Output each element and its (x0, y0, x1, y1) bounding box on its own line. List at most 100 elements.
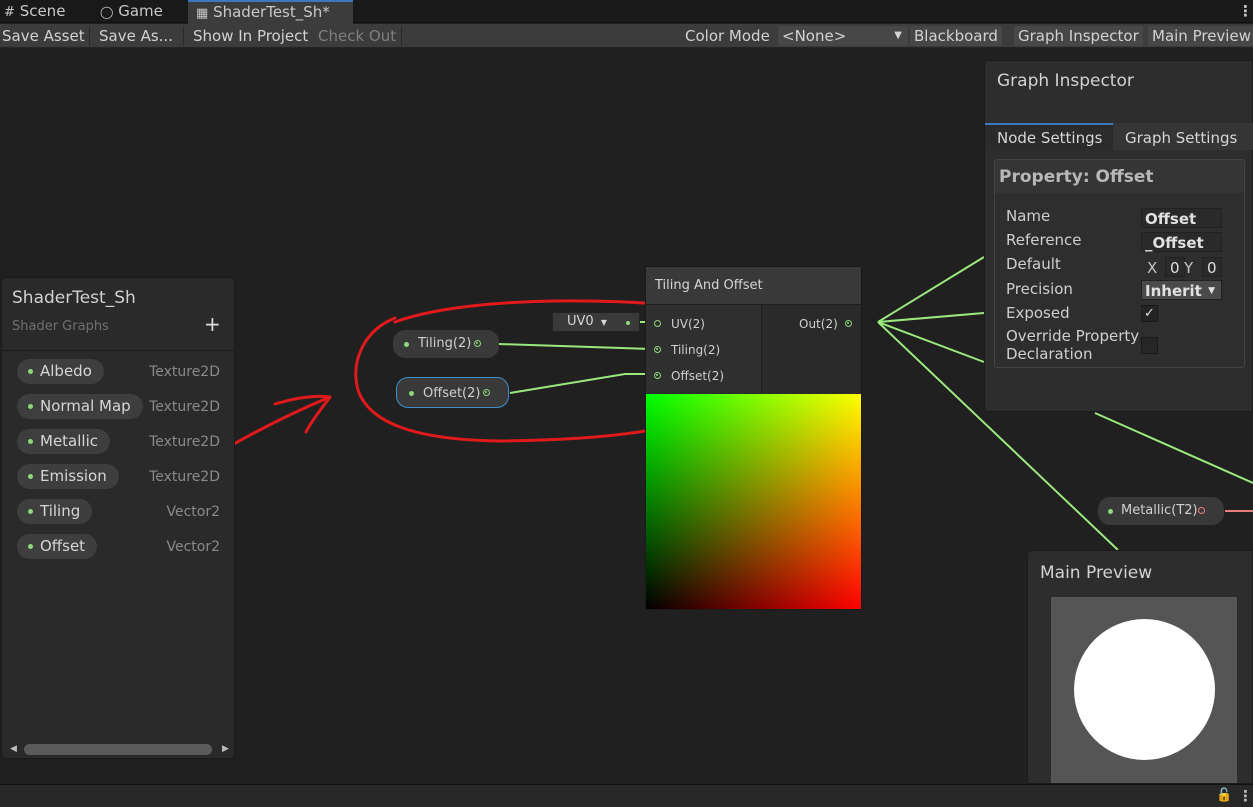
input-tiling-label: Tiling(2) (671, 343, 721, 357)
output-out-label: Out(2) (799, 317, 838, 331)
add-property-button[interactable]: + (204, 312, 221, 336)
name-field[interactable]: Offset (1141, 208, 1222, 228)
uv-channel-value: UV0 (567, 314, 594, 329)
inspector-title: Graph Inspector (997, 71, 1134, 91)
blackboard-title: ShaderTest_Sh (12, 288, 136, 308)
property-normal-map[interactable]: Normal Map (17, 394, 143, 419)
input-port-icon[interactable] (654, 346, 661, 353)
port-dot-icon (1108, 509, 1113, 514)
gamepad-icon: ◯ (100, 5, 114, 19)
chevron-down-icon: ▼ (600, 318, 607, 327)
property-type: Texture2D (149, 399, 220, 415)
save-asset-button[interactable]: Save Asset (0, 26, 89, 46)
horizontal-scrollbar-thumb[interactable] (24, 744, 212, 755)
property-label: Normal Map (40, 397, 131, 415)
tab-game[interactable]: ◯ Game (100, 0, 180, 23)
precision-label: Precision (1006, 280, 1073, 298)
output-port-icon[interactable] (845, 320, 852, 327)
tab-shader-graph-label: ShaderTest_Sh* (213, 3, 330, 21)
node-header: Tiling And Offset (646, 267, 861, 305)
check-out-button: Check Out (318, 27, 397, 45)
editor-tab-bar: # Scene ◯ Game ▦ ShaderTest_Sh* ⋮ (0, 0, 1253, 25)
default-label: Default (1006, 255, 1061, 273)
chevron-down-icon: ▼ (1208, 286, 1215, 296)
exposed-checkbox[interactable]: ✓ (1141, 305, 1158, 322)
tab-node-settings[interactable]: Node Settings (985, 123, 1113, 150)
override-checkbox[interactable] (1141, 337, 1158, 354)
property-albedo[interactable]: Albedo (17, 359, 104, 384)
tiling-and-offset-node[interactable]: Tiling And Offset UV(2) Tiling(2) Offset… (645, 266, 862, 610)
lock-icon[interactable]: 🔓 (1216, 788, 1232, 803)
output-port-icon[interactable] (1198, 507, 1205, 514)
property-emission[interactable]: Emission (17, 464, 119, 489)
output-port-icon[interactable] (483, 389, 490, 396)
grid-icon: # (4, 5, 15, 20)
color-mode-dropdown[interactable]: <None> ▼ (778, 26, 908, 46)
main-preview-panel: Main Preview (1027, 550, 1253, 784)
uv-channel-dropdown[interactable]: UV0 ▼ (552, 312, 640, 332)
metallic-property-node[interactable]: Metallic(T2) (1098, 497, 1224, 525)
property-label: Tiling (40, 502, 81, 520)
chevron-down-icon: ▼ (894, 30, 902, 41)
main-preview-title: Main Preview (1040, 563, 1153, 583)
preview-viewport[interactable] (1051, 597, 1237, 783)
blackboard-panel: ShaderTest_Sh Shader Graphs + Albedo Tex… (1, 277, 235, 759)
property-label: Metallic (40, 432, 98, 450)
more-menu-icon[interactable]: ⋮ (1238, 787, 1253, 805)
toolbar-divider (89, 26, 90, 46)
show-in-project-button[interactable]: Show In Project (189, 26, 312, 46)
default-y-label: Y (1184, 259, 1194, 277)
status-bar: 🔓 ⋮ (0, 784, 1253, 807)
color-mode-label: Color Mode (685, 27, 770, 45)
default-y-field[interactable]: 0 (1202, 257, 1222, 277)
reference-field[interactable]: _Offset (1141, 232, 1222, 252)
tab-game-label: Game (118, 2, 163, 20)
node-preview (646, 394, 861, 609)
node-title: Tiling And Offset (655, 278, 763, 293)
offset-property-node[interactable]: Offset(2) (396, 377, 509, 408)
blackboard-divider (2, 350, 234, 351)
input-uv-label: UV(2) (671, 317, 705, 331)
port-dot-icon (409, 391, 414, 396)
precision-dropdown[interactable]: Inherit ▼ (1141, 280, 1222, 300)
exposed-label: Exposed (1006, 304, 1070, 322)
port-dot-icon (404, 342, 409, 347)
toolbar-divider (401, 26, 402, 46)
section-header: Property: Offset (995, 160, 1244, 193)
output-port-icon[interactable] (474, 340, 481, 347)
tab-shader-graph[interactable]: ▦ ShaderTest_Sh* (188, 0, 353, 25)
default-x-field[interactable]: 0 (1165, 257, 1185, 277)
tiling-property-node[interactable]: Tiling(2) (393, 330, 499, 358)
input-port-icon[interactable] (654, 320, 661, 327)
more-menu-icon[interactable]: ⋮ (1238, 0, 1253, 23)
property-offset[interactable]: Offset (17, 534, 98, 559)
property-type: Vector2 (166, 504, 220, 520)
offset-node-label: Offset(2) (423, 386, 481, 401)
name-label: Name (1006, 207, 1051, 225)
input-port-icon[interactable] (654, 372, 661, 379)
graph-inspector-toggle[interactable]: Graph Inspector (1014, 26, 1143, 46)
port-dot-icon (626, 321, 630, 325)
save-as-button[interactable]: Save As... (95, 26, 177, 46)
shader-icon: ▦ (196, 6, 209, 21)
default-x-label: X (1147, 259, 1158, 277)
tab-scene-label: Scene (19, 2, 66, 20)
graph-toolbar: Save Asset Save As... Show In Project Ch… (0, 24, 1253, 48)
color-mode-value: <None> (782, 27, 847, 45)
property-metallic[interactable]: Metallic (17, 429, 110, 454)
scroll-right-icon[interactable]: ▶ (222, 744, 229, 754)
property-type: Texture2D (149, 469, 220, 485)
main-preview-toggle[interactable]: Main Preview (1148, 26, 1253, 46)
property-label: Offset (40, 537, 86, 555)
tab-graph-settings-label: Graph Settings (1125, 129, 1238, 147)
precision-value: Inherit (1145, 282, 1202, 300)
blackboard-toggle[interactable]: Blackboard (910, 26, 1002, 46)
tab-scene[interactable]: # Scene (4, 0, 84, 23)
property-tiling[interactable]: Tiling (17, 499, 93, 524)
tab-graph-settings[interactable]: Graph Settings (1113, 123, 1253, 150)
metallic-node-label: Metallic(T2) (1121, 503, 1198, 518)
property-type: Texture2D (149, 434, 220, 450)
scroll-left-icon[interactable]: ◀ (10, 744, 17, 754)
reference-label: Reference (1006, 231, 1082, 249)
tab-node-settings-label: Node Settings (997, 129, 1103, 147)
